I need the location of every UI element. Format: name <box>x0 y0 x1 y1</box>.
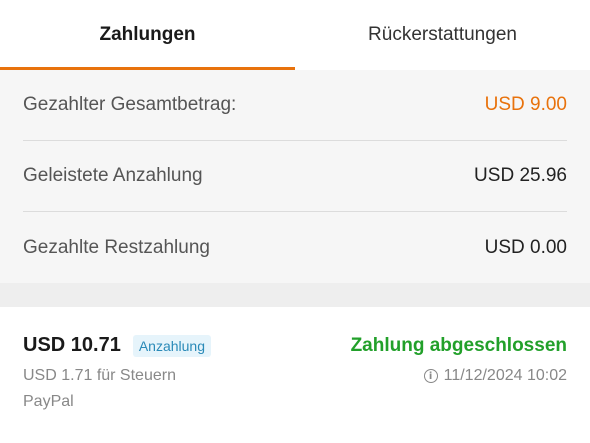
payment-status: Zahlung abgeschlossen <box>350 334 567 356</box>
summary-row-deposit: Geleistete Anzahlung USD 25.96 <box>23 141 567 212</box>
summary-row-total-paid: Gezahlter Gesamtbetrag: USD 9.00 <box>23 70 567 141</box>
payment-summary: Gezahlter Gesamtbetrag: USD 9.00 Geleist… <box>0 70 590 283</box>
summary-value: USD 0.00 <box>484 236 567 258</box>
summary-value: USD 9.00 <box>484 94 567 115</box>
summary-value: USD 25.96 <box>474 165 567 186</box>
tab-bar: Zahlungen Rückerstattungen <box>0 0 590 70</box>
payment-type-badge: Anzahlung <box>132 334 212 357</box>
payment-amount: USD 10.71 <box>23 334 121 356</box>
summary-label: Gezahlte Restzahlung <box>23 236 210 258</box>
tab-rueckerstattungen[interactable]: Rückerstattungen <box>295 0 590 70</box>
payment-tax: USD 1.71 für Steuern <box>23 367 176 384</box>
summary-row-balance: Gezahlte Restzahlung USD 0.00 <box>23 212 567 283</box>
payment-card[interactable]: USD 10.71 Anzahlung Zahlung abgeschlosse… <box>0 307 590 443</box>
payment-method: PayPal <box>23 393 74 410</box>
summary-label: Gezahlter Gesamtbetrag: <box>23 94 237 115</box>
info-icon[interactable]: i <box>423 369 438 383</box>
tab-zahlungen[interactable]: Zahlungen <box>0 0 295 70</box>
payment-datetime: 11/12/2024 10:02 <box>443 367 567 384</box>
summary-label: Geleistete Anzahlung <box>23 165 203 186</box>
section-gap <box>0 283 590 307</box>
